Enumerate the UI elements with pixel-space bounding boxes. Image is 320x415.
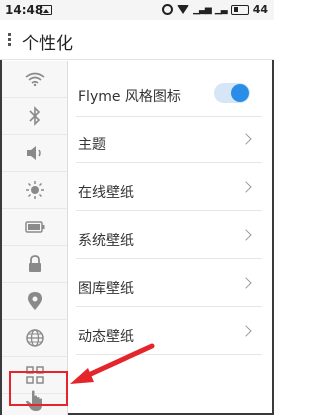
page-title: 个性化 (22, 34, 73, 54)
list-item-label: 图库壁纸 (78, 281, 134, 297)
brightness-icon (25, 181, 44, 199)
menu-icon[interactable] (8, 33, 11, 47)
title-bar: 个性化 (0, 20, 274, 60)
rail-item-bluetooth[interactable] (2, 98, 67, 135)
chevron-right-icon (240, 133, 252, 145)
toggle-knob (231, 84, 249, 102)
battery-percent: 44 (252, 3, 268, 16)
bluetooth-icon (28, 106, 40, 126)
wifi-icon (25, 72, 44, 86)
rail-item-wifi[interactable] (2, 61, 67, 98)
list-item-label: Flyme 风格图标 (78, 89, 181, 105)
sound-icon (26, 146, 41, 160)
globe-icon (25, 329, 44, 347)
image-notification-icon (40, 5, 52, 15)
rail-item-sound[interactable] (2, 135, 67, 172)
chevron-right-icon (240, 277, 252, 289)
signal-2-icon: ▁▃ (214, 4, 228, 15)
rail-item-location[interactable] (2, 283, 67, 320)
list-item-label: 在线壁纸 (78, 185, 134, 201)
lock-icon (28, 255, 41, 272)
list-item-gallery-wallpaper[interactable]: 图库壁纸 (76, 267, 262, 307)
settings-category-rail (2, 61, 68, 415)
location-icon (27, 292, 42, 310)
list-item-theme[interactable]: 主题 (76, 123, 262, 163)
rail-item-battery[interactable] (2, 209, 67, 246)
list-item-online-wallpaper[interactable]: 在线壁纸 (76, 171, 262, 211)
rail-item-brightness[interactable] (2, 172, 67, 209)
status-time: 14:48 (5, 3, 44, 17)
chevron-right-icon (240, 181, 252, 193)
rail-item-security[interactable] (2, 246, 67, 283)
status-bar: 14:48 ▁▃▅ ▁▃ 44 (0, 0, 274, 20)
list-item-flyme-icon-style[interactable]: Flyme 风格图标 (76, 75, 262, 117)
rail-item-language[interactable] (2, 320, 67, 357)
alarm-icon (162, 4, 174, 15)
list-item-label: 系统壁纸 (78, 233, 134, 249)
list-item-label: 主题 (78, 137, 106, 153)
list-item-system-wallpaper[interactable]: 系统壁纸 (76, 219, 262, 259)
chevron-right-icon (240, 325, 252, 337)
battery-icon (24, 221, 44, 233)
signal-icon: ▁▃▅ (193, 4, 212, 15)
wifi-status-icon (177, 5, 190, 14)
annotation-arrow (70, 343, 155, 384)
battery-status-icon (230, 4, 249, 15)
flyme-icon-style-toggle[interactable] (214, 83, 250, 103)
chevron-right-icon (240, 229, 252, 241)
